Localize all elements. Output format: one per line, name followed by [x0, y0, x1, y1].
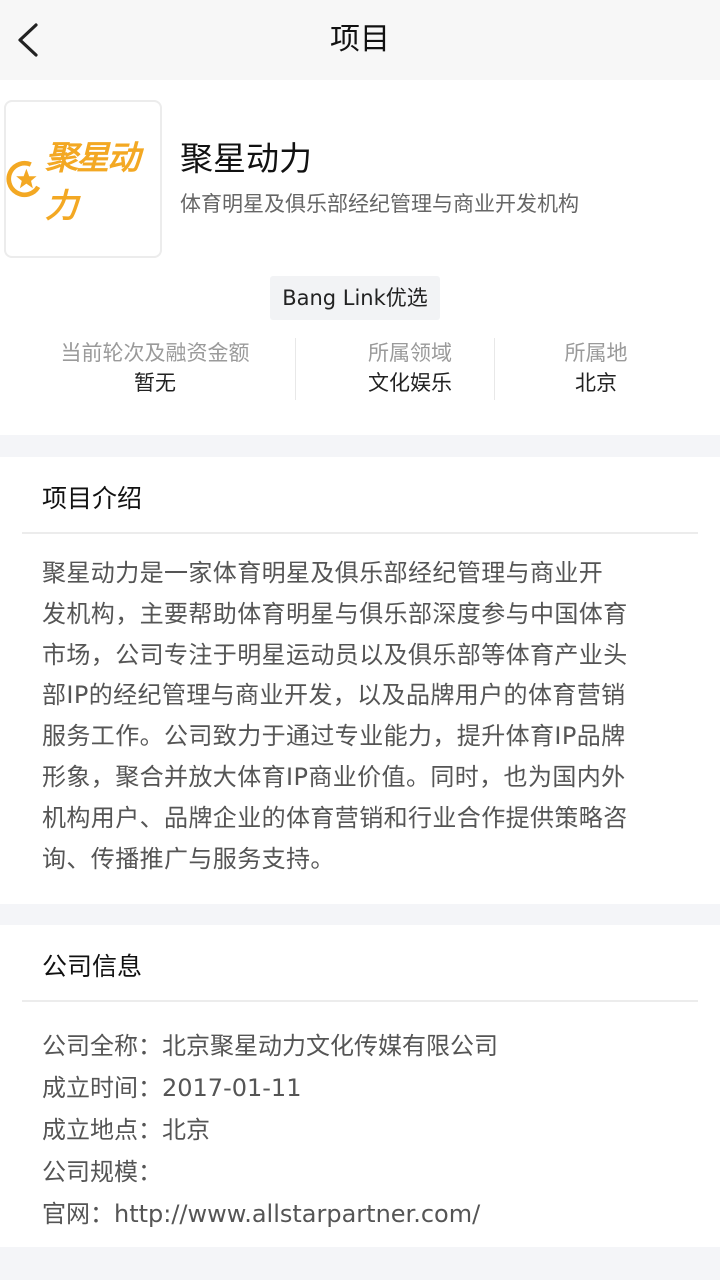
divider — [22, 532, 698, 534]
stat-field: 所属领域 文化娱乐 — [310, 338, 510, 398]
project-intro-card: 项目介绍 聚星动力是一家体育明星及俱乐部经纪管理与商业开 发机构，主要帮助体育明… — [0, 457, 720, 904]
stat-label: 所属地 — [564, 341, 628, 365]
project-logo: 聚星动力 — [4, 100, 162, 258]
intro-line: 形象，聚合并放大体育IP商业价值。同时，也为国内外 — [42, 762, 626, 791]
stat-value: 暂无 — [134, 371, 176, 395]
project-profile: 聚星动力 聚星动力 体育明星及俱乐部经纪管理与商业开发机构 Bang Link优… — [0, 80, 720, 435]
divider — [22, 1000, 698, 1002]
info-website[interactable]: 官网：http://www.allstarpartner.com/ — [42, 1194, 480, 1229]
stat-value: 文化娱乐 — [368, 371, 452, 395]
divider — [295, 338, 296, 400]
company-info-card: 公司信息 公司全称：北京聚星动力文化传媒有限公司 成立时间：2017-01-11… — [0, 925, 720, 1247]
stat-location: 所属地 北京 — [496, 338, 696, 398]
top-bar: 项目 — [0, 0, 720, 80]
stat-funding: 当前轮次及融资金额 暂无 — [30, 338, 280, 398]
info-founded-date: 成立时间：2017-01-11 — [42, 1074, 302, 1102]
selection-tag: Bang Link优选 — [270, 276, 440, 320]
intro-text: 聚星动力是一家体育明星及俱乐部经纪管理与商业开 发机构，主要帮助体育明星与俱乐部… — [42, 553, 678, 879]
intro-line: 服务工作。公司致力于通过专业能力，提升体育IP品牌 — [42, 722, 626, 751]
section-title: 项目介绍 — [42, 484, 143, 513]
project-description: 体育明星及俱乐部经纪管理与商业开发机构 — [180, 192, 579, 216]
info-full-name: 公司全称：北京聚星动力文化传媒有限公司 — [42, 1032, 498, 1060]
intro-line: 发机构，主要帮助体育明星与俱乐部深度参与中国体育 — [42, 599, 628, 628]
stat-label: 当前轮次及融资金额 — [60, 341, 250, 365]
intro-line: 市场，公司专注于明星运动员以及俱乐部等体育产业头 — [42, 640, 628, 669]
divider — [494, 338, 495, 400]
intro-line: 询、传播推广与服务支持。 — [42, 844, 335, 873]
stat-value: 北京 — [575, 371, 617, 395]
logo-wordmark: 聚星动力 — [45, 138, 140, 225]
info-founded-place: 成立地点：北京 — [42, 1116, 210, 1144]
section-title: 公司信息 — [42, 952, 143, 981]
stat-label: 所属领域 — [368, 341, 452, 365]
intro-line: 机构用户、品牌企业的体育营销和行业合作提供策略咨 — [42, 803, 628, 832]
info-company-size: 公司规模： — [42, 1158, 162, 1186]
star-icon — [6, 160, 43, 198]
intro-line: 聚星动力是一家体育明星及俱乐部经纪管理与商业开 — [42, 559, 604, 587]
project-name: 聚星动力 — [180, 139, 312, 178]
intro-line: 部IP的经纪管理与商业开发，以及品牌用户的体育营销 — [42, 681, 626, 710]
page-title: 项目 — [330, 22, 390, 57]
